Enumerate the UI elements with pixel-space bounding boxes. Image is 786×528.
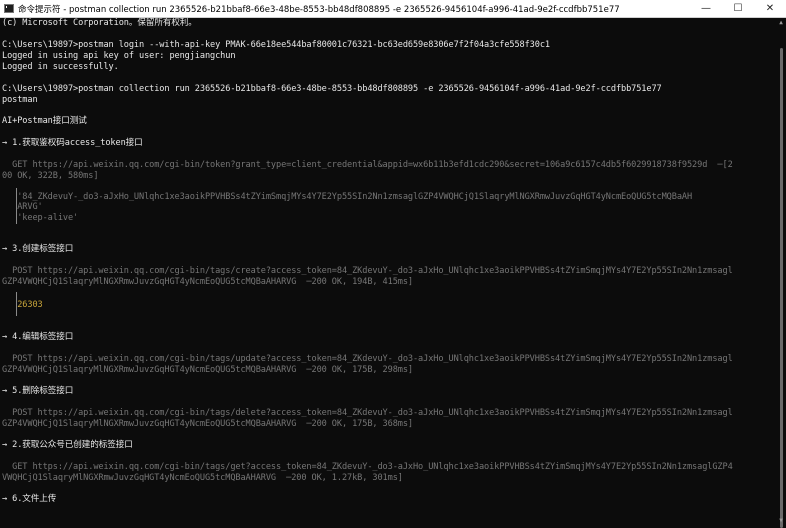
request-title: → 4.编辑标签接口 xyxy=(2,332,74,342)
request-url: POST https://api.weixin.qq.com/cgi-bin/t… xyxy=(2,266,733,276)
request-title: → 6.文件上传 xyxy=(2,494,57,504)
console-output[interactable]: (c) Microsoft Corporation。保留所有权利。 C:\Use… xyxy=(0,18,776,526)
terminal-window: 命令提示符 - postman collection run 2365526-b… xyxy=(0,0,786,528)
request-url: GZP4VWQHCjQ1SlaqryMlNGXRmwJuvzGqHGT4yNcm… xyxy=(2,419,413,429)
request-title: → 2.获取公众号已创建的标签接口 xyxy=(2,440,133,450)
run-command: C:\Users\19897>postman collection run 23… xyxy=(2,84,662,94)
scroll-down-icon[interactable]: ▼ xyxy=(777,518,785,524)
console-log-line: ARVG' xyxy=(2,202,43,212)
maximize-button[interactable]: ☐ xyxy=(722,0,754,17)
request-title: → 1.获取鉴权码access_token接口 xyxy=(2,138,143,148)
collection-name: AI+Postman接口测试 xyxy=(2,116,87,126)
request-url: VWQHCjQ1SlaqryMlNGXRmwJuvzGqHGT4yNcmEoQU… xyxy=(2,473,403,483)
request-title: → 3.创建标签接口 xyxy=(2,244,74,254)
vertical-scrollbar[interactable]: ▲ ▼ xyxy=(776,18,786,528)
window-title: 命令提示符 - postman collection run 2365526-b… xyxy=(18,4,620,15)
console-log-line: '84_ZKdevuY-_do3-aJxHo_UNlqhc1xe3aoikPPV… xyxy=(2,192,693,202)
run-output-line: postman xyxy=(2,95,38,105)
request-url: GZP4VWQHCjQ1SlaqryMlNGXRmwJuvzGqHGT4yNcm… xyxy=(2,365,413,375)
request-title: → 5.删除标签接口 xyxy=(2,386,74,396)
login-output-line: Logged in using api key of user: pengjia… xyxy=(2,51,236,61)
request-url: GET https://api.weixin.qq.com/cgi-bin/ta… xyxy=(2,462,733,472)
title-bar[interactable]: 命令提示符 - postman collection run 2365526-b… xyxy=(0,0,786,18)
request-url: GET https://api.weixin.qq.com/cgi-bin/to… xyxy=(2,160,733,170)
scroll-up-icon[interactable]: ▲ xyxy=(777,20,785,26)
login-command: C:\Users\19897>postman login --with-api-… xyxy=(2,40,550,50)
terminal-icon xyxy=(4,4,14,13)
request-url: POST https://api.weixin.qq.com/cgi-bin/t… xyxy=(2,354,733,364)
request-url: POST https://api.weixin.qq.com/cgi-bin/t… xyxy=(2,408,733,418)
request-url: GZP4VWQHCjQ1SlaqryMlNGXRmwJuvzGqHGT4yNcm… xyxy=(2,277,413,287)
copyright-line: (c) Microsoft Corporation。保留所有权利。 xyxy=(2,18,197,28)
request-url: 00 OK, 322B, 580ms] xyxy=(2,171,99,181)
close-button[interactable]: ✕ xyxy=(754,0,786,17)
console-log-line: 'keep-alive' xyxy=(2,213,79,223)
minimize-button[interactable]: — xyxy=(690,0,722,17)
scroll-thumb[interactable] xyxy=(780,48,783,528)
console-log-value: 26303 xyxy=(2,300,43,310)
login-output-line: Logged in successfully. xyxy=(2,62,119,72)
